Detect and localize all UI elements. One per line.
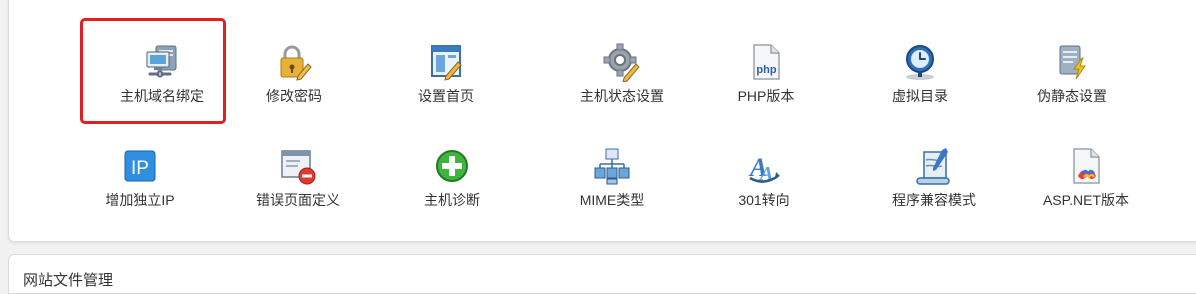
tool-add-dedicated-ip[interactable]: IP 增加独立IP xyxy=(65,146,215,226)
tool-label: 301转向 xyxy=(738,192,790,208)
tool-label: 主机域名绑定 xyxy=(120,88,204,104)
padlock-pencil-icon xyxy=(274,42,314,82)
window-edit-icon xyxy=(426,42,466,82)
tool-error-pages[interactable]: 错误页面定义 xyxy=(223,146,373,226)
svg-text:IP: IP xyxy=(131,158,149,179)
sitemap-icon xyxy=(592,146,632,186)
tool-rewrite-settings[interactable]: 伪静态设置 xyxy=(997,42,1147,122)
green-plus-icon xyxy=(432,146,472,186)
ip-badge-icon: IP xyxy=(120,146,160,186)
server-link-icon xyxy=(142,42,182,82)
php-file-icon: php xyxy=(746,42,786,82)
dotnet-file-icon xyxy=(1066,146,1106,186)
tool-host-status[interactable]: 主机状态设置 xyxy=(547,42,697,122)
tool-domain-binding[interactable]: 主机域名绑定 xyxy=(87,42,237,122)
error-page-icon xyxy=(278,146,318,186)
tool-label: 伪静态设置 xyxy=(1037,88,1107,104)
globe-clock-icon xyxy=(900,42,940,82)
tool-label: 主机状态设置 xyxy=(580,88,664,104)
tool-label: 设置首页 xyxy=(418,88,474,104)
tool-php-version[interactable]: php PHP版本 xyxy=(691,42,841,122)
tool-compatibility-mode[interactable]: 程序兼容模式 xyxy=(859,146,1009,226)
tool-label: 虚拟目录 xyxy=(892,88,948,104)
tool-label: ASP.NET版本 xyxy=(1042,192,1130,208)
tool-host-diagnosis[interactable]: 主机诊断 xyxy=(377,146,527,226)
file-management-panel: 网站文件管理 xyxy=(8,254,1196,294)
tool-label: 修改密码 xyxy=(266,88,322,104)
tool-label: 主机诊断 xyxy=(424,192,480,208)
svg-text:php: php xyxy=(756,64,776,76)
tool-change-password[interactable]: 修改密码 xyxy=(219,42,369,122)
tool-label: MIME类型 xyxy=(579,192,645,208)
tool-mime-types[interactable]: MIME类型 xyxy=(537,146,687,226)
tool-label: 程序兼容模式 xyxy=(892,192,976,208)
tool-label: PHP版本 xyxy=(737,88,795,104)
gear-pencil-icon xyxy=(602,42,642,82)
tool-virtual-directory[interactable]: 虚拟目录 xyxy=(845,42,995,122)
scroll-pen-icon xyxy=(914,146,954,186)
host-tools-panel: 主机域名绑定 修改密码 设置首页 主机状态设置 php PHP版本 虚拟目录 伪… xyxy=(8,0,1196,242)
document-lightning-icon xyxy=(1052,42,1092,82)
tool-aspnet-version[interactable]: ASP.NET版本 xyxy=(1011,146,1161,226)
tool-301-redirect[interactable]: A A 301转向 xyxy=(689,146,839,226)
redirect-arrow-icon: A A xyxy=(744,146,784,186)
tool-label: 增加独立IP xyxy=(105,192,175,208)
tool-set-homepage[interactable]: 设置首页 xyxy=(371,42,521,122)
tool-label: 错误页面定义 xyxy=(256,192,340,208)
